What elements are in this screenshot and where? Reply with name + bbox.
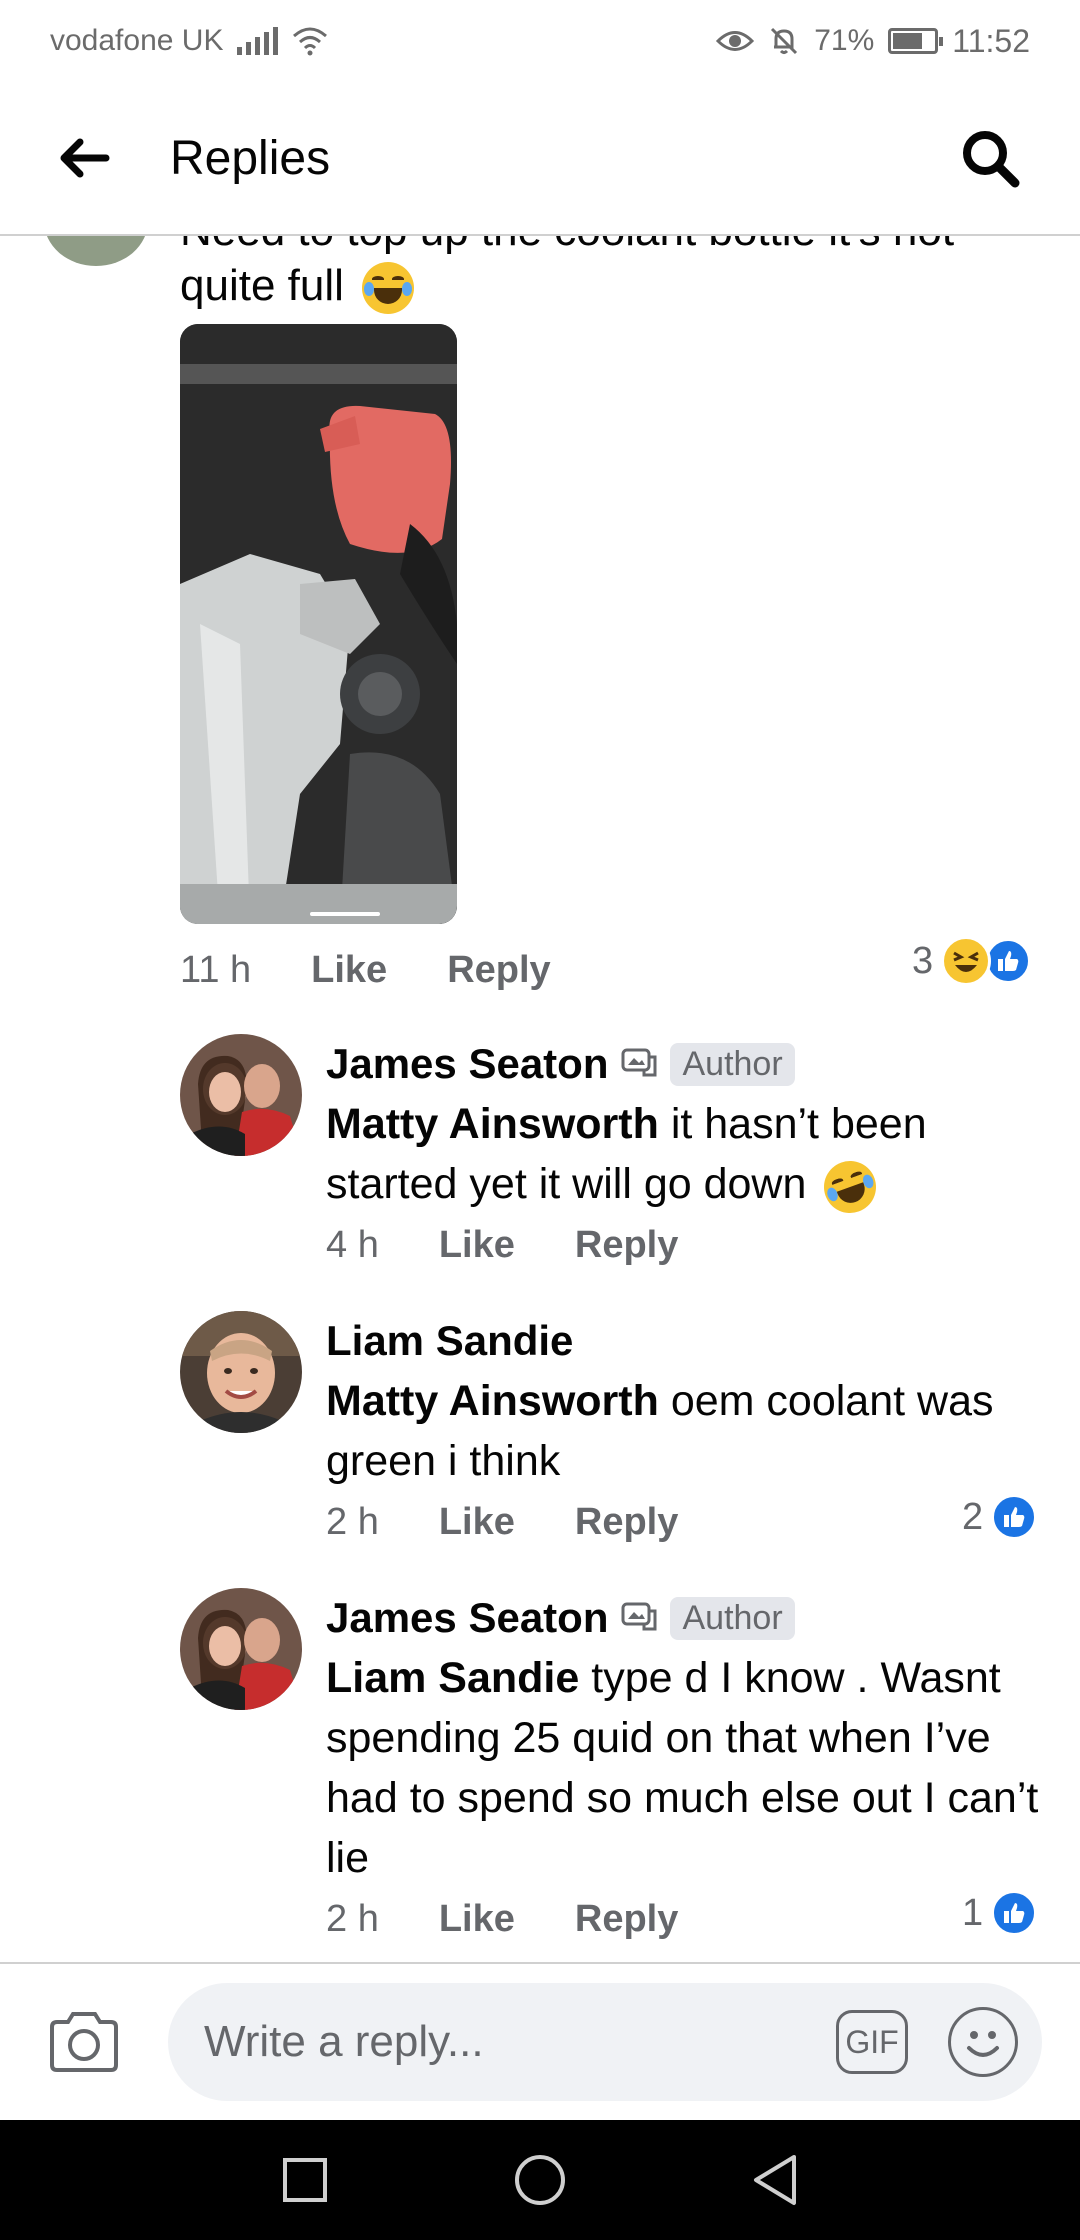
rolling-laughing-emoji-icon (817, 1153, 884, 1220)
mention-link[interactable]: Matty Ainsworth (326, 1100, 659, 1148)
avatar[interactable] (44, 236, 148, 266)
clock: 11:52 (952, 22, 1030, 59)
reaction-summary[interactable]: 1 (962, 1890, 1038, 1936)
reply-button[interactable]: Reply (447, 949, 550, 992)
parent-comment-text-cut: Need to top up the coolant bottle it's n… (180, 236, 954, 256)
triangle-back-icon (754, 2155, 796, 2205)
reply-input[interactable]: Write a reply... GIF (168, 1983, 1042, 2101)
haha-reaction-icon (941, 936, 992, 986)
commenter-name[interactable]: Liam Sandie (326, 1317, 573, 1365)
reaction-summary[interactable]: 3 (912, 936, 1032, 986)
circle-icon (515, 2155, 565, 2205)
gif-button[interactable]: GIF (836, 2010, 908, 2074)
replies-list[interactable]: Need to top up the coolant bottle it's n… (0, 236, 1080, 1962)
back-arrow-icon (60, 138, 110, 178)
author-badge: Author (670, 1596, 795, 1640)
reply-button[interactable]: Reply (575, 1501, 678, 1544)
commenter-name[interactable]: James Seaton (326, 1040, 608, 1088)
smiley-icon (967, 2031, 999, 2057)
author-badge: Author (670, 1042, 795, 1086)
comment-time: 4 h (326, 1224, 379, 1266)
commenter-name[interactable]: James Seaton (326, 1594, 608, 1642)
like-reaction-icon (991, 1890, 1038, 1936)
reaction-count: 1 (962, 1891, 984, 1934)
home-button[interactable] (510, 2150, 570, 2210)
reaction-summary[interactable]: 2 (962, 1494, 1038, 1540)
reaction-count: 2 (962, 1495, 984, 1538)
like-reaction-icon (991, 1494, 1038, 1540)
recent-apps-button[interactable] (275, 2150, 335, 2210)
wifi-icon (293, 27, 328, 56)
carrier-label: vodafone UK (50, 24, 224, 57)
mute-bell-icon (771, 27, 798, 55)
parent-comment-text-line: quite full (180, 261, 344, 310)
reaction-count: 3 (912, 939, 934, 982)
avatar[interactable] (180, 1311, 302, 1433)
engine-bay-image (180, 324, 457, 924)
reply-input-placeholder: Write a reply... (204, 2017, 484, 2066)
battery-icon (888, 28, 944, 54)
back-button[interactable] (44, 118, 124, 198)
like-button[interactable]: Like (311, 949, 387, 992)
mention-link[interactable]: Liam Sandie (326, 1654, 579, 1702)
comment-time: 11 h (180, 949, 252, 991)
status-bar: vodafone UK 71% 11:52 (0, 0, 1080, 82)
reply-button[interactable]: Reply (575, 1224, 678, 1267)
app-header: Replies (0, 82, 1080, 236)
like-button[interactable]: Like (439, 1501, 515, 1544)
search-icon (963, 131, 1020, 188)
square-icon (283, 2158, 327, 2202)
comment-text: Liam Sandie type d I know . Wasnt spendi… (326, 1648, 1046, 1888)
reply-composer: Write a reply... GIF (0, 1962, 1080, 2120)
emoji-picker-button[interactable] (948, 2007, 1018, 2077)
comment-text: Matty Ainsworth it hasn’t been started y… (326, 1094, 1046, 1220)
battery-percent: 71% (814, 24, 875, 57)
like-button[interactable]: Like (439, 1898, 515, 1941)
avatar[interactable] (180, 1588, 302, 1710)
like-button[interactable]: Like (439, 1224, 515, 1267)
comment-time: 2 h (326, 1898, 379, 1940)
camera-button[interactable] (44, 2002, 124, 2082)
camera-icon (50, 2012, 118, 2072)
mention-link[interactable]: Matty Ainsworth (326, 1377, 659, 1425)
comment-actions: 4 h Like Reply (326, 1224, 1046, 1267)
like-reaction-icon (985, 938, 1032, 984)
comment-photo[interactable] (180, 324, 457, 924)
top-fan-badge-icon (621, 1048, 657, 1077)
back-nav-button[interactable] (745, 2150, 805, 2210)
search-button[interactable] (950, 118, 1030, 198)
avatar[interactable] (180, 1034, 302, 1156)
comment-text: Matty Ainsworth oem coolant was green i … (326, 1371, 1046, 1491)
page-title: Replies (170, 131, 331, 185)
comment-actions: 2 h Like Reply (326, 1898, 1046, 1941)
top-fan-badge-icon (621, 1602, 657, 1631)
system-nav-bar (0, 2120, 1080, 2240)
laughing-emoji-icon (362, 262, 415, 315)
comment-actions: 2 h Like Reply (326, 1501, 1046, 1544)
eye-icon (716, 31, 755, 51)
reply-button[interactable]: Reply (575, 1898, 678, 1941)
parent-comment-text: quite full (180, 256, 415, 316)
comment-time: 2 h (326, 1501, 379, 1543)
signal-icon (237, 27, 279, 55)
parent-comment-actions: 11 h Like Reply (180, 949, 551, 992)
